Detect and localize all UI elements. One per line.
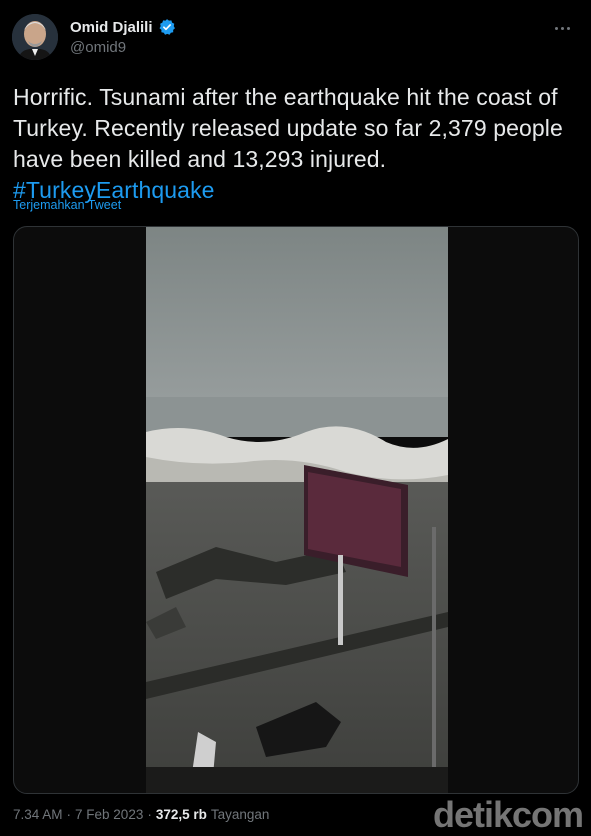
author-display-name[interactable]: Omid Djalili	[70, 19, 153, 36]
more-options-button[interactable]	[549, 18, 575, 38]
video-frame[interactable]	[146, 227, 448, 793]
avatar-portrait-icon	[12, 14, 58, 60]
tweet-time[interactable]: 7.34 AM	[13, 807, 63, 822]
separator: ·	[147, 807, 152, 822]
separator: ·	[66, 807, 72, 822]
more-dot-icon	[566, 26, 570, 30]
more-dot-icon	[554, 26, 558, 30]
author-block: Omid Djalili @omid9	[70, 18, 176, 56]
tweet-footer: 7.34 AM · 7 Feb 2023 · 372,5 rb Tayangan	[13, 807, 269, 822]
verified-badge-icon	[159, 19, 175, 35]
views-label: Tayangan	[210, 807, 270, 822]
tweet-text: Horrific. Tsunami after the earthquake h…	[13, 82, 579, 206]
translate-tweet-link[interactable]: Terjemahkan Tweet	[13, 198, 121, 212]
detikcom-watermark: detikcom	[432, 794, 584, 835]
views-count: 372,5 rb	[155, 807, 207, 822]
more-dot-icon	[560, 26, 564, 30]
tweet-date[interactable]: 7 Feb 2023	[75, 807, 143, 822]
tweet-header: Omid Djalili @omid9	[12, 14, 579, 70]
author-handle[interactable]: @omid9	[70, 39, 176, 56]
video-media[interactable]	[13, 226, 579, 794]
tweet-body: Horrific. Tsunami after the earthquake h…	[13, 84, 563, 172]
avatar[interactable]	[12, 14, 58, 60]
